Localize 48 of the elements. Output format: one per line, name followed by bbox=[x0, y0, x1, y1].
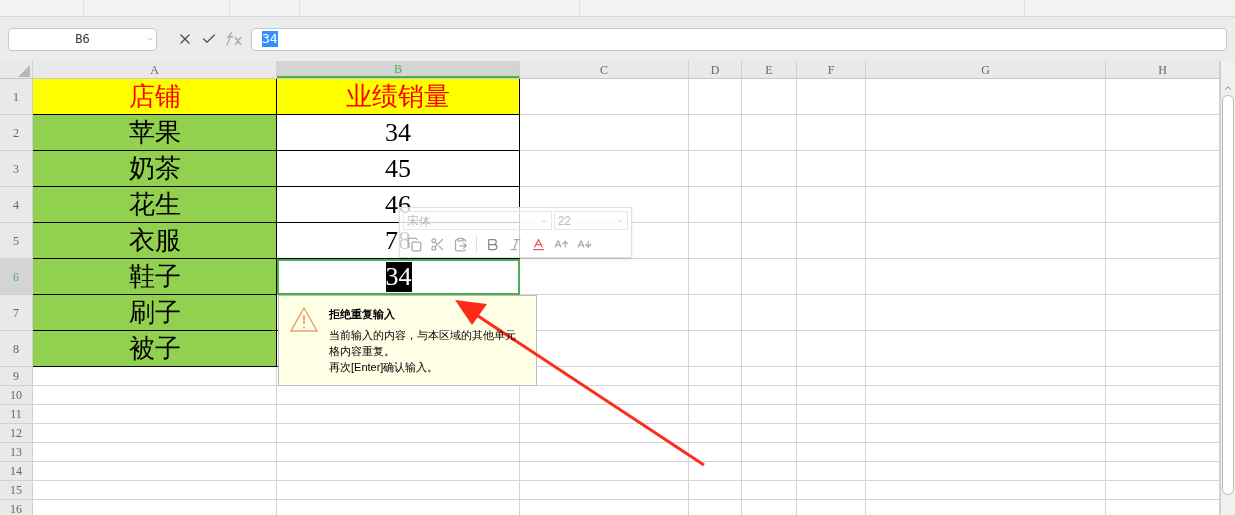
bold-icon[interactable] bbox=[485, 236, 500, 252]
paste-icon[interactable] bbox=[453, 236, 468, 252]
scissors-icon[interactable] bbox=[430, 236, 445, 252]
row-header[interactable]: 9 bbox=[0, 367, 33, 386]
row-header[interactable]: 2 bbox=[0, 115, 33, 151]
row-header[interactable]: 5 bbox=[0, 223, 33, 259]
row-header[interactable]: 11 bbox=[0, 405, 33, 424]
table-cell: 花生 bbox=[33, 187, 277, 223]
table-cell: 苹果 bbox=[33, 115, 277, 151]
vertical-scrollbar[interactable] bbox=[1220, 61, 1235, 515]
row-header[interactable]: 10 bbox=[0, 386, 33, 405]
tooltip-hint: 再次[Enter]确认输入。 bbox=[329, 360, 440, 375]
row-header[interactable]: 13 bbox=[0, 443, 33, 462]
scroll-up-icon[interactable] bbox=[1223, 83, 1233, 93]
scroll-thumb[interactable] bbox=[1222, 95, 1234, 495]
warning-icon bbox=[289, 306, 319, 333]
row-header[interactable]: 14 bbox=[0, 462, 33, 481]
table-cell: 34 bbox=[277, 115, 520, 151]
row-header[interactable]: 4 bbox=[0, 187, 33, 223]
table-cell: 鞋子 bbox=[33, 259, 277, 295]
table-cell: 衣服 bbox=[33, 223, 277, 259]
select-all-icon[interactable] bbox=[18, 65, 30, 77]
dropdown-icon bbox=[146, 35, 154, 43]
name-box[interactable]: B6 bbox=[8, 27, 157, 51]
table-cell: 店铺 bbox=[33, 79, 277, 115]
italic-icon[interactable] bbox=[508, 236, 523, 252]
column-header[interactable]: E bbox=[742, 61, 797, 78]
table-cell: 奶茶 bbox=[33, 151, 277, 187]
row-header[interactable]: 1 bbox=[0, 79, 33, 115]
formula-field[interactable]: 34 bbox=[251, 27, 1227, 51]
column-header[interactable]: C bbox=[520, 61, 689, 78]
column-header[interactable]: G bbox=[866, 61, 1106, 78]
row-header[interactable]: 8 bbox=[0, 331, 33, 367]
row-header[interactable]: 12 bbox=[0, 424, 33, 443]
table-cell: 被子 bbox=[33, 331, 277, 367]
row-header[interactable]: 3 bbox=[0, 151, 33, 187]
table-cell: 刷子 bbox=[33, 295, 277, 331]
column-header[interactable]: F bbox=[797, 61, 866, 78]
column-header[interactable]: D bbox=[689, 61, 742, 78]
table-cell: 业绩销量 bbox=[277, 79, 520, 115]
table-cell: 45 bbox=[277, 151, 520, 187]
row-header[interactable]: 15 bbox=[0, 481, 33, 500]
function-icon[interactable] bbox=[225, 32, 243, 46]
tooltip-title: 拒绝重复输入 bbox=[329, 307, 395, 322]
selected-cell-text: 34 bbox=[385, 262, 412, 292]
row-header[interactable]: 16 bbox=[0, 500, 33, 515]
font-color-icon[interactable] bbox=[531, 236, 546, 252]
row-header[interactable]: 7 bbox=[0, 295, 33, 331]
